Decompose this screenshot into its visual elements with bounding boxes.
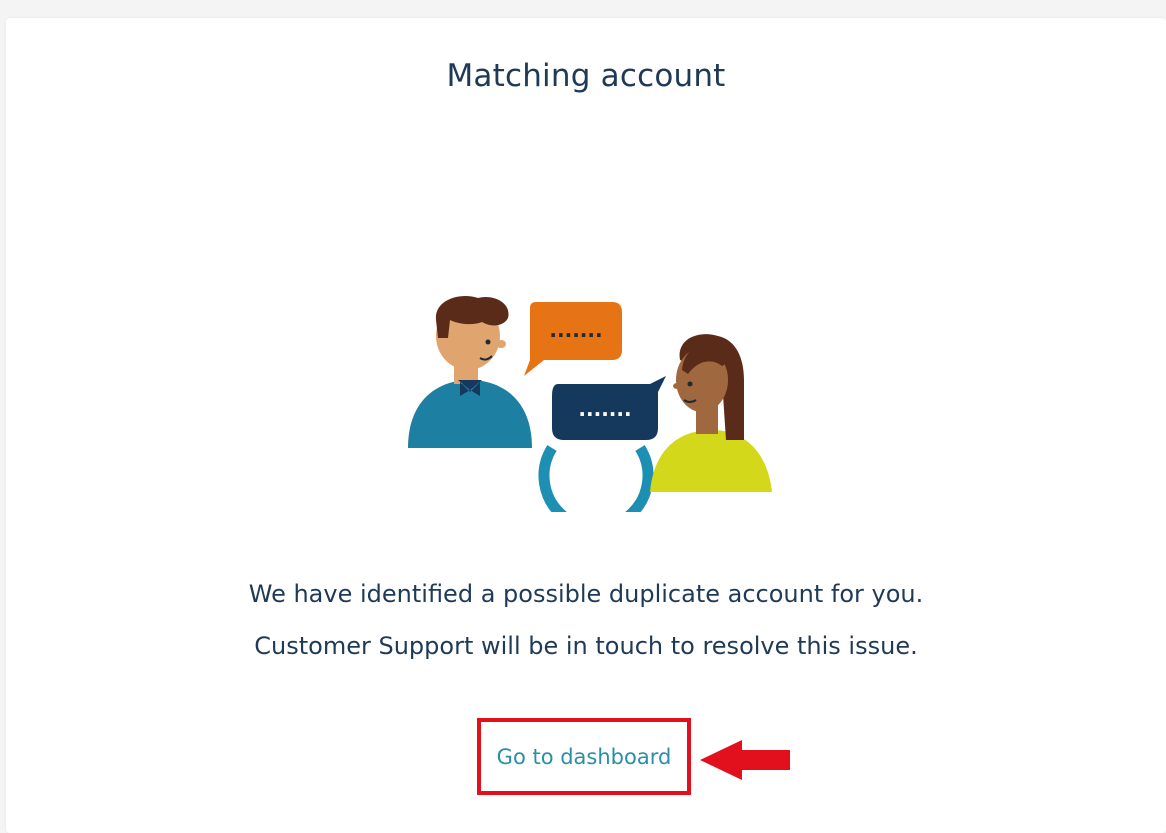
bubble-right-dots: ....... (578, 397, 631, 421)
speech-bubble-left-icon: ....... (524, 302, 622, 376)
go-to-dashboard-link[interactable]: Go to dashboard (497, 745, 672, 769)
man-figure-icon (408, 296, 532, 448)
bubble-left-dots: ....... (549, 318, 602, 342)
speech-bubble-right-icon: ....... (552, 376, 666, 440)
dashboard-link-highlight: Go to dashboard (477, 718, 691, 795)
matching-account-card: Matching account ....... ....... We have… (6, 18, 1166, 833)
conversation-illustration: ....... ....... (408, 296, 772, 512)
woman-figure-icon (650, 334, 772, 492)
support-contact-message: Customer Support will be in touch to res… (254, 632, 918, 660)
circle-arc-icon (538, 445, 654, 512)
page-title: Matching account (446, 58, 726, 94)
red-arrow-icon (700, 740, 790, 780)
duplicate-account-message: We have identified a possible duplicate … (248, 580, 924, 608)
